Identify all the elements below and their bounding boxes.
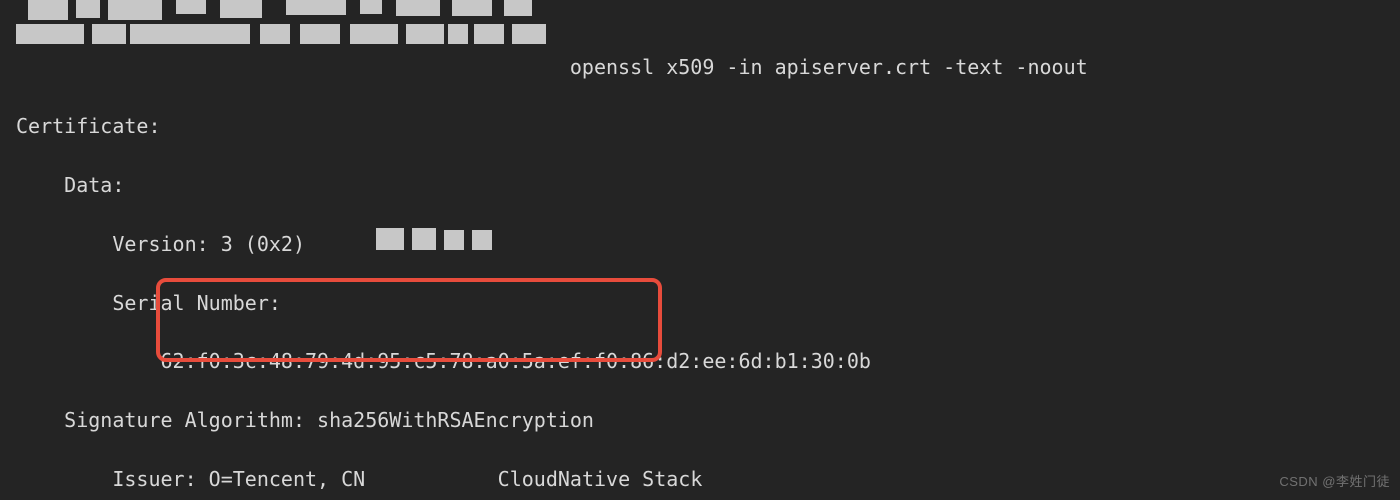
- redaction-block: [396, 0, 440, 16]
- line-issuer: Issuer: O=Tencent, CN CloudNative Stack: [16, 465, 1400, 494]
- redaction-block: [376, 228, 404, 250]
- redaction-block: [286, 0, 346, 15]
- redaction-block: [512, 24, 546, 44]
- redaction-block: [108, 0, 162, 20]
- csdn-watermark: CSDN @李姓门徒: [1279, 467, 1390, 496]
- redaction-block: [452, 0, 492, 16]
- redaction-block: [444, 230, 464, 250]
- redaction-block: [260, 24, 290, 44]
- line-serial-label: Serial Number:: [16, 289, 1400, 318]
- terminal-output[interactable]: openssl x509 -in apiserver.crt -text -no…: [0, 0, 1400, 500]
- redaction-block: [130, 24, 250, 44]
- redaction-block: [300, 24, 340, 44]
- redaction-block: [406, 24, 444, 44]
- issuer-redacted-gap: [365, 467, 485, 491]
- redaction-block: [76, 0, 100, 18]
- line-data: Data:: [16, 171, 1400, 200]
- redaction-block: [472, 230, 492, 250]
- redaction-block: [360, 0, 382, 14]
- openssl-command: openssl x509 -in apiserver.crt -text -no…: [570, 55, 1088, 79]
- line-cert: Certificate:: [16, 112, 1400, 141]
- line-serial-value: 62:f0:3c:48:79:4d:95:c5:78:a0:5a:ef:f0:8…: [16, 347, 1400, 376]
- redaction-block: [504, 0, 532, 16]
- redaction-block: [16, 24, 84, 44]
- redaction-block: [412, 228, 436, 250]
- redaction-block: [92, 24, 126, 44]
- prompt-spacer: [16, 55, 570, 79]
- redaction-block: [350, 24, 398, 44]
- issuer-part-b: CloudNative Stack: [486, 467, 703, 491]
- line-sig-algo: Signature Algorithm: sha256WithRSAEncryp…: [16, 406, 1400, 435]
- redaction-block: [176, 0, 206, 14]
- cmd-line: openssl x509 -in apiserver.crt -text -no…: [16, 53, 1400, 82]
- redaction-block: [448, 24, 468, 44]
- redaction-block: [474, 24, 504, 44]
- issuer-part-a: Issuer: O=Tencent, CN: [16, 467, 365, 491]
- redaction-block: [220, 0, 262, 18]
- redaction-block: [28, 0, 68, 20]
- line-version: Version: 3 (0x2): [16, 230, 1400, 259]
